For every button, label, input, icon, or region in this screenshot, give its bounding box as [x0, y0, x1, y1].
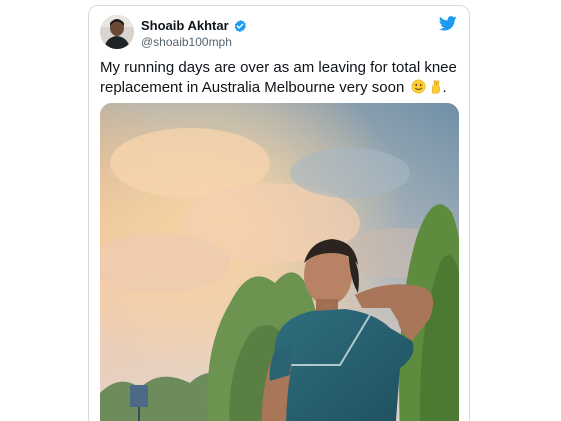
tweet-text-line-2: replacement in Australia Melbourne very …	[100, 78, 460, 98]
crossed-fingers-icon	[428, 79, 443, 94]
tweet-text-line-2-content: replacement in Australia Melbourne very …	[100, 79, 405, 96]
smiling-face-with-tear-icon	[411, 79, 426, 94]
tweet-card[interactable]: Shoaib Akhtar @shoaib100mph My running d…	[88, 5, 470, 421]
tweet-photo[interactable]	[100, 103, 459, 421]
author-display-name[interactable]: Shoaib Akhtar	[141, 18, 229, 33]
avatar[interactable]	[100, 15, 134, 49]
page: Shoaib Akhtar @shoaib100mph My running d…	[0, 0, 561, 421]
tweet-text-period: .	[442, 79, 447, 96]
author-name-row[interactable]: Shoaib Akhtar	[141, 18, 247, 33]
verified-badge-icon	[233, 19, 247, 33]
author-handle[interactable]: @shoaib100mph	[141, 35, 232, 49]
twitter-bird-icon[interactable]	[438, 16, 457, 31]
tweet-text-line-1: My running days are over as am leaving f…	[100, 59, 457, 76]
tweet-text: My running days are over as am leaving f…	[100, 58, 460, 98]
